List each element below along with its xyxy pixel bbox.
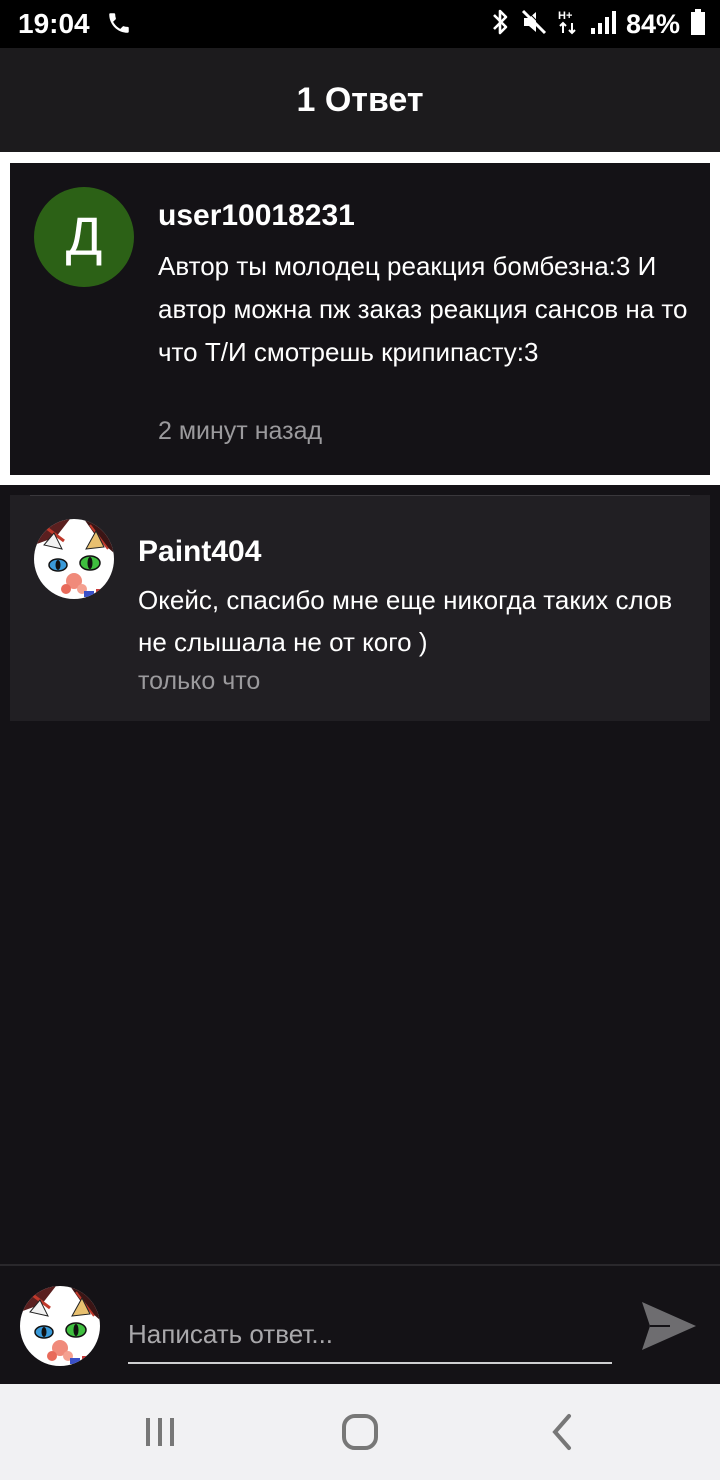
reply-comment[interactable]: Paint404 Окейс, спасибо мне еще никогда … [10,495,710,721]
recent-apps-icon [146,1418,174,1446]
comment-text: Автор ты молодец реакция бомбезна:3 И ав… [158,251,688,367]
reply-composer [0,1264,720,1384]
avatar-letter: Д [65,207,103,267]
status-bar: 19:04 H+ 84% [0,0,720,48]
avatar [20,1286,100,1366]
home-button[interactable] [330,1406,390,1458]
send-button[interactable] [640,1298,698,1354]
comment-timestamp: 2 минут назад [158,417,323,445]
reply-timestamp: только что [138,667,261,695]
reply-input[interactable] [128,1294,612,1364]
recent-apps-button[interactable] [130,1406,190,1458]
back-button[interactable] [532,1406,592,1458]
reply-text: Окейс, спасибо мне еще никогда таких сло… [138,585,673,657]
status-icons: H+ 84% [490,8,706,40]
header-bar: 1 Ответ [0,48,720,152]
send-icon [642,1302,696,1350]
parent-comment[interactable]: Д user10018231 Автор ты молодец реакция … [10,163,710,475]
battery-icon [690,8,706,41]
home-icon [342,1414,378,1450]
cat-avatar-icon [20,1286,100,1366]
phone-icon [106,10,132,41]
page-title: 1 Ответ [296,80,424,119]
signal-icon [590,8,616,41]
divider [30,495,690,496]
mute-icon [520,8,548,41]
reply-username[interactable]: Paint404 [138,535,261,569]
data-icon: H+ [558,8,580,41]
avatar[interactable]: Д [34,187,134,287]
comment-username[interactable]: user10018231 [158,199,355,233]
back-icon [552,1414,571,1450]
cat-avatar-icon [34,519,114,599]
status-time: 19:04 [18,8,90,39]
battery-percent: 84% [625,8,680,39]
system-nav-bar [0,1384,720,1480]
avatar[interactable] [34,519,114,599]
bluetooth-icon [490,8,510,41]
svg-text:H+: H+ [558,10,572,22]
